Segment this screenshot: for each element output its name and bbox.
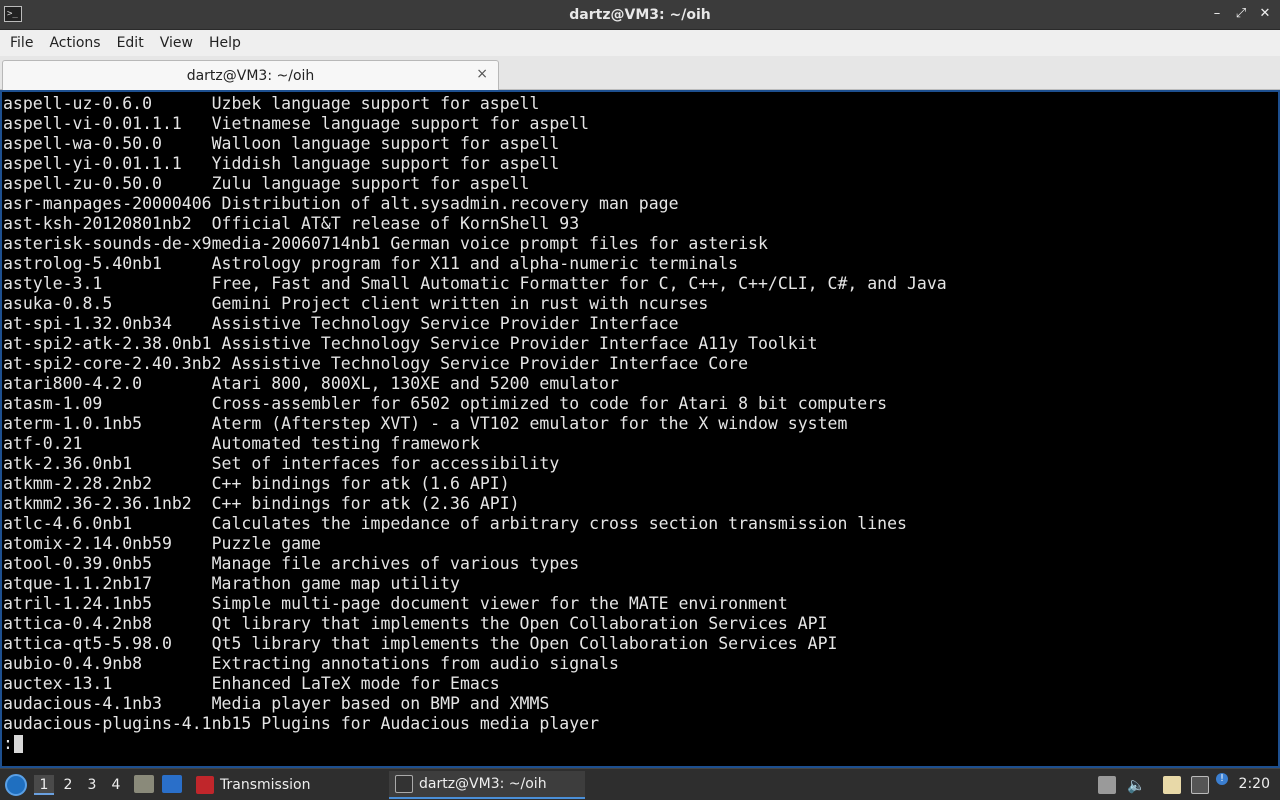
terminal-line: atool-0.39.0nb5 Manage file archives of … — [3, 554, 580, 573]
terminal-line: astyle-3.1 Free, Fast and Small Automati… — [3, 274, 947, 293]
tab-label: dartz@VM3: ~/oih — [186, 67, 315, 84]
terminal-line: aterm-1.0.1nb5 Aterm (Afterstep XVT) - a… — [3, 414, 848, 433]
terminal-line: ast-ksh-20120801nb2 Official AT&T releas… — [3, 214, 580, 233]
transmission-icon — [196, 776, 214, 794]
terminal-line: atf-0.21 Automated testing framework — [3, 434, 480, 453]
terminal-line: atril-1.24.1nb5 Simple multi-page docume… — [3, 594, 788, 613]
menu-view[interactable]: View — [152, 30, 201, 56]
maximize-icon[interactable]: ⤢ — [1234, 6, 1248, 21]
notification-icon[interactable]: ! — [1216, 773, 1228, 785]
terminal-line: at-spi-1.32.0nb34 Assistive Technology S… — [3, 314, 679, 333]
terminal-line: asterisk-sounds-de-x9media-20060714nb1 G… — [3, 234, 768, 253]
file-manager-icon[interactable] — [134, 775, 154, 793]
terminal-line: atque-1.1.2nb17 Marathon game map utilit… — [3, 574, 460, 593]
terminal-line: aspell-wa-0.50.0 Walloon language suppor… — [3, 134, 560, 153]
task-label: dartz@VM3: ~/oih — [419, 776, 547, 792]
window-controls: – ⤢ ✕ — [1210, 6, 1272, 21]
clipboard-icon[interactable] — [1098, 776, 1116, 794]
workspace-2[interactable]: 2 — [58, 775, 78, 795]
terminal-line: attica-0.4.2nb8 Qt library that implemen… — [3, 614, 828, 633]
pager-prompt[interactable]: : — [3, 734, 947, 754]
task-label: Transmission — [220, 777, 311, 793]
terminal-line: aspell-zu-0.50.0 Zulu language support f… — [3, 174, 530, 193]
terminal-line: audacious-plugins-4.1nb15 Plugins for Au… — [3, 714, 600, 733]
desktop-icon[interactable] — [162, 775, 182, 793]
terminal-line: auctex-13.1 Enhanced LaTeX mode for Emac… — [3, 674, 500, 693]
menu-file[interactable]: File — [2, 30, 41, 56]
terminal-line: atasm-1.09 Cross-assembler for 6502 opti… — [3, 394, 888, 413]
task-transmission[interactable]: Transmission — [192, 771, 382, 799]
start-menu-icon[interactable] — [5, 774, 27, 796]
terminal-app-icon: >_ — [4, 6, 22, 22]
terminal-output: aspell-uz-0.6.0 Uzbek language support f… — [3, 94, 947, 754]
terminal-line: asuka-0.8.5 Gemini Project client writte… — [3, 294, 709, 313]
terminal-line: attica-qt5-5.98.0 Qt5 library that imple… — [3, 634, 838, 653]
terminal-line: at-spi2-core-2.40.3nb2 Assistive Technol… — [3, 354, 749, 373]
terminal-line: atlc-4.6.0nb1 Calculates the impedance o… — [3, 514, 907, 533]
taskbar: 1 2 3 4 Transmission dartz@VM3: ~/oih 🔈 … — [0, 768, 1280, 800]
clock[interactable]: 2:20 — [1239, 776, 1270, 792]
prompt-text: : — [3, 734, 13, 753]
terminal-line: audacious-4.1nb3 Media player based on B… — [3, 694, 550, 713]
workspace-3[interactable]: 3 — [82, 775, 102, 795]
volume-icon[interactable]: 🔈 — [1127, 776, 1146, 794]
window-title: dartz@VM3: ~/oih — [569, 6, 711, 23]
terminal-line: at-spi2-atk-2.38.0nb1 Assistive Technolo… — [3, 334, 818, 353]
workspace-4[interactable]: 4 — [106, 775, 126, 795]
terminal-line: aspell-uz-0.6.0 Uzbek language support f… — [3, 94, 540, 113]
terminal-line: aspell-yi-0.01.1.1 Yiddish language supp… — [3, 154, 560, 173]
tab-close-icon[interactable]: × — [476, 66, 488, 82]
terminal-line: atkmm2.36-2.36.1nb2 C++ bindings for atk… — [3, 494, 520, 513]
terminal-line: asr-manpages-20000406 Distribution of al… — [3, 194, 679, 213]
terminal-icon — [395, 775, 413, 793]
window-titlebar: >_ dartz@VM3: ~/oih – ⤢ ✕ — [0, 0, 1280, 30]
menu-actions[interactable]: Actions — [41, 30, 108, 56]
terminal-view[interactable]: aspell-uz-0.6.0 Uzbek language support f… — [0, 90, 1280, 768]
text-cursor — [13, 735, 23, 753]
terminal-line: atomix-2.14.0nb59 Puzzle game — [3, 534, 321, 553]
terminal-line: astrolog-5.40nb1 Astrology program for X… — [3, 254, 739, 273]
terminal-line: aubio-0.4.9nb8 Extracting annotations fr… — [3, 654, 619, 673]
close-icon[interactable]: ✕ — [1258, 6, 1272, 21]
terminal-line: aspell-vi-0.01.1.1 Vietnamese language s… — [3, 114, 590, 133]
network-icon[interactable] — [1191, 776, 1209, 794]
notes-icon[interactable] — [1163, 776, 1181, 794]
terminal-line: atari800-4.2.0 Atari 800, 800XL, 130XE a… — [3, 374, 619, 393]
menu-help[interactable]: Help — [201, 30, 249, 56]
task-terminal[interactable]: dartz@VM3: ~/oih — [389, 771, 585, 799]
terminal-line: atk-2.36.0nb1 Set of interfaces for acce… — [3, 454, 560, 473]
tab-bar: dartz@VM3: ~/oih × — [0, 56, 1280, 90]
terminal-tab[interactable]: dartz@VM3: ~/oih × — [2, 60, 499, 90]
minimize-icon[interactable]: – — [1210, 6, 1224, 21]
menu-edit[interactable]: Edit — [109, 30, 152, 56]
terminal-line: atkmm-2.28.2nb2 C++ bindings for atk (1.… — [3, 474, 510, 493]
workspace-1[interactable]: 1 — [34, 775, 54, 795]
menubar: File Actions Edit View Help — [0, 30, 1280, 56]
